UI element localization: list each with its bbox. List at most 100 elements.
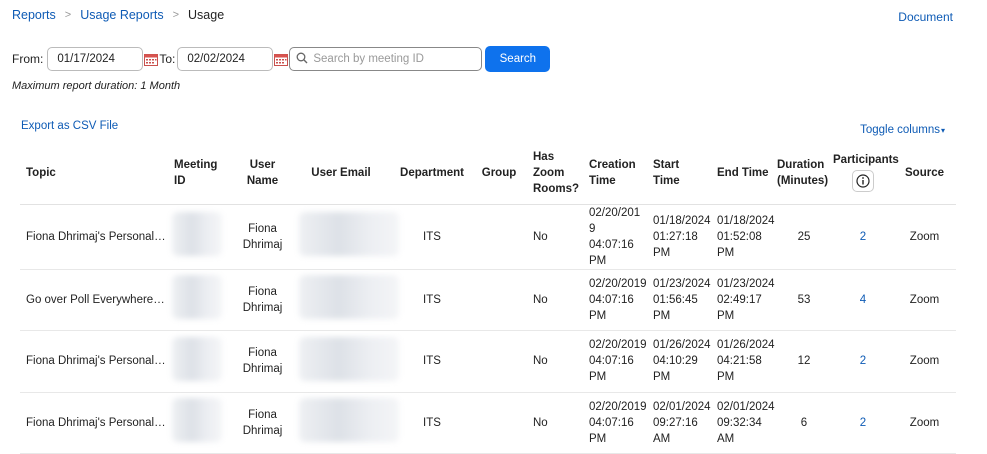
- header-department[interactable]: Department: [389, 143, 475, 205]
- table-row: Go over Poll Everywhere - ... Fiona Dhri…: [20, 269, 956, 331]
- cell-user-name: Fiona Dhrimaj: [232, 330, 293, 393]
- usage-report-table: Topic Meeting ID User Name User Email De…: [20, 143, 956, 454]
- search-button[interactable]: Search: [485, 46, 551, 72]
- cell-participants[interactable]: 2: [833, 330, 893, 393]
- cell-meeting-id-redacted: [172, 392, 232, 454]
- toggle-columns-link[interactable]: Toggle columns▾: [860, 124, 945, 136]
- cell-group: [475, 269, 523, 331]
- caret-down-icon: ▾: [940, 126, 945, 135]
- cell-has-zoom-rooms: No: [523, 269, 583, 331]
- cell-group: [475, 392, 523, 454]
- header-topic[interactable]: Topic: [20, 143, 172, 205]
- header-group[interactable]: Group: [475, 143, 523, 205]
- breadcrumb-separator: >: [64, 9, 72, 21]
- cell-creation-time: 02/20/2019 04:07:16 PM: [583, 330, 647, 393]
- cell-topic: Fiona Dhrimaj's Personal ...: [20, 204, 172, 270]
- cell-source: Zoom: [893, 392, 956, 454]
- calendar-icon[interactable]: [274, 53, 289, 66]
- cell-participants[interactable]: 2: [833, 204, 893, 270]
- max-duration-note: Maximum report duration: 1 Month: [12, 80, 181, 92]
- participants-link[interactable]: 2: [860, 231, 866, 243]
- to-date-field[interactable]: 02/02/2024: [177, 47, 274, 71]
- header-meeting-id[interactable]: Meeting ID: [172, 143, 232, 205]
- meeting-id-search-input[interactable]: [313, 53, 474, 65]
- cell-meeting-id-redacted: [172, 204, 232, 270]
- table-row: Fiona Dhrimaj's Personal ... Fiona Dhrim…: [20, 204, 956, 270]
- cell-end-time: 01/23/2024 02:49:17 PM: [711, 269, 775, 331]
- cell-topic: Fiona Dhrimaj's Personal ...: [20, 392, 172, 454]
- cell-user-name: Fiona Dhrimaj: [232, 204, 293, 270]
- search-icon: [296, 52, 308, 67]
- cell-department: ITS: [389, 204, 475, 270]
- participants-link[interactable]: 4: [860, 294, 866, 306]
- cell-duration: 6: [775, 392, 833, 454]
- cell-user-email-redacted: [293, 204, 399, 270]
- cell-group: [475, 204, 523, 270]
- cell-department: ITS: [389, 330, 475, 393]
- header-has-zoom-rooms[interactable]: Has Zoom Rooms?: [523, 143, 583, 205]
- cell-end-time: 02/01/2024 09:32:34 AM: [711, 392, 775, 454]
- header-user-name[interactable]: User Name: [232, 143, 293, 205]
- header-participants[interactable]: Participants: [833, 143, 899, 205]
- participants-link[interactable]: 2: [860, 417, 866, 429]
- cell-group: [475, 330, 523, 393]
- calendar-icon[interactable]: [144, 53, 159, 66]
- cell-has-zoom-rooms: No: [523, 204, 583, 270]
- cell-participants[interactable]: 4: [833, 269, 893, 331]
- header-end-time[interactable]: End Time: [711, 143, 775, 205]
- breadcrumb-current: Usage: [188, 8, 225, 22]
- table-row: Fiona Dhrimaj's Personal ... Fiona Dhrim…: [20, 392, 956, 454]
- cell-user-name: Fiona Dhrimaj: [232, 392, 293, 454]
- search-box: [289, 47, 483, 71]
- header-creation-time[interactable]: Creation Time: [583, 143, 647, 205]
- cell-user-email-redacted: [293, 269, 399, 331]
- toggle-columns-label: Toggle columns: [860, 124, 940, 136]
- cell-has-zoom-rooms: No: [523, 392, 583, 454]
- cell-creation-time: 02/20/2019 04:07:16 PM: [583, 392, 647, 454]
- cell-department: ITS: [389, 392, 475, 454]
- cell-creation-time: 02/20/2019 04:07:16 PM: [583, 269, 647, 331]
- cell-has-zoom-rooms: No: [523, 330, 583, 393]
- breadcrumb: Reports > Usage Reports > Usage: [12, 8, 224, 22]
- header-user-email[interactable]: User Email: [293, 143, 389, 205]
- cell-creation-time: 02/20/2019 04:07:16 PM: [583, 204, 647, 270]
- info-icon[interactable]: [852, 170, 874, 192]
- cell-meeting-id-redacted: [172, 269, 232, 331]
- cell-end-time: 01/26/2024 04:21:58 PM: [711, 330, 775, 393]
- cell-duration: 25: [775, 204, 833, 270]
- to-label: To:: [159, 52, 176, 66]
- cell-user-name: Fiona Dhrimaj: [232, 269, 293, 331]
- header-source[interactable]: Source: [893, 143, 956, 205]
- cell-topic: Go over Poll Everywhere - ...: [20, 269, 172, 331]
- table-row: Fiona Dhrimaj's Personal ... Fiona Dhrim…: [20, 330, 956, 393]
- cell-meeting-id-redacted: [172, 330, 232, 393]
- cell-source: Zoom: [893, 204, 956, 270]
- cell-start-time: 01/26/2024 04:10:29 PM: [647, 330, 711, 393]
- cell-end-time: 01/18/2024 01:52:08 PM: [711, 204, 775, 270]
- export-csv-link[interactable]: Export as CSV File: [21, 120, 118, 132]
- from-label: From:: [12, 52, 44, 66]
- breadcrumb-usage-reports[interactable]: Usage Reports: [80, 8, 163, 22]
- cell-source: Zoom: [893, 269, 956, 331]
- cell-user-email-redacted: [293, 392, 399, 454]
- cell-department: ITS: [389, 269, 475, 331]
- header-start-time[interactable]: Start Time: [647, 143, 711, 205]
- breadcrumb-reports[interactable]: Reports: [12, 8, 56, 22]
- cell-duration: 53: [775, 269, 833, 331]
- cell-user-email-redacted: [293, 330, 399, 393]
- cell-start-time: 01/18/2024 01:27:18 PM: [647, 204, 711, 270]
- cell-participants[interactable]: 2: [833, 392, 893, 454]
- from-date-field[interactable]: 01/17/2024: [47, 47, 144, 71]
- cell-start-time: 02/01/2024 09:27:16 AM: [647, 392, 711, 454]
- header-duration[interactable]: Duration (Minutes): [775, 143, 833, 205]
- filter-bar: From: 01/17/2024 To: 02/02/2024 Search: [12, 46, 551, 72]
- document-link[interactable]: Document: [898, 10, 953, 24]
- participants-link[interactable]: 2: [860, 355, 866, 367]
- cell-topic: Fiona Dhrimaj's Personal ...: [20, 330, 172, 393]
- cell-start-time: 01/23/2024 01:56:45 PM: [647, 269, 711, 331]
- breadcrumb-separator: >: [172, 9, 180, 21]
- header-participants-label: Participants: [833, 154, 899, 166]
- table-header-row: Topic Meeting ID User Name User Email De…: [20, 143, 956, 205]
- cell-duration: 12: [775, 330, 833, 393]
- cell-source: Zoom: [893, 330, 956, 393]
